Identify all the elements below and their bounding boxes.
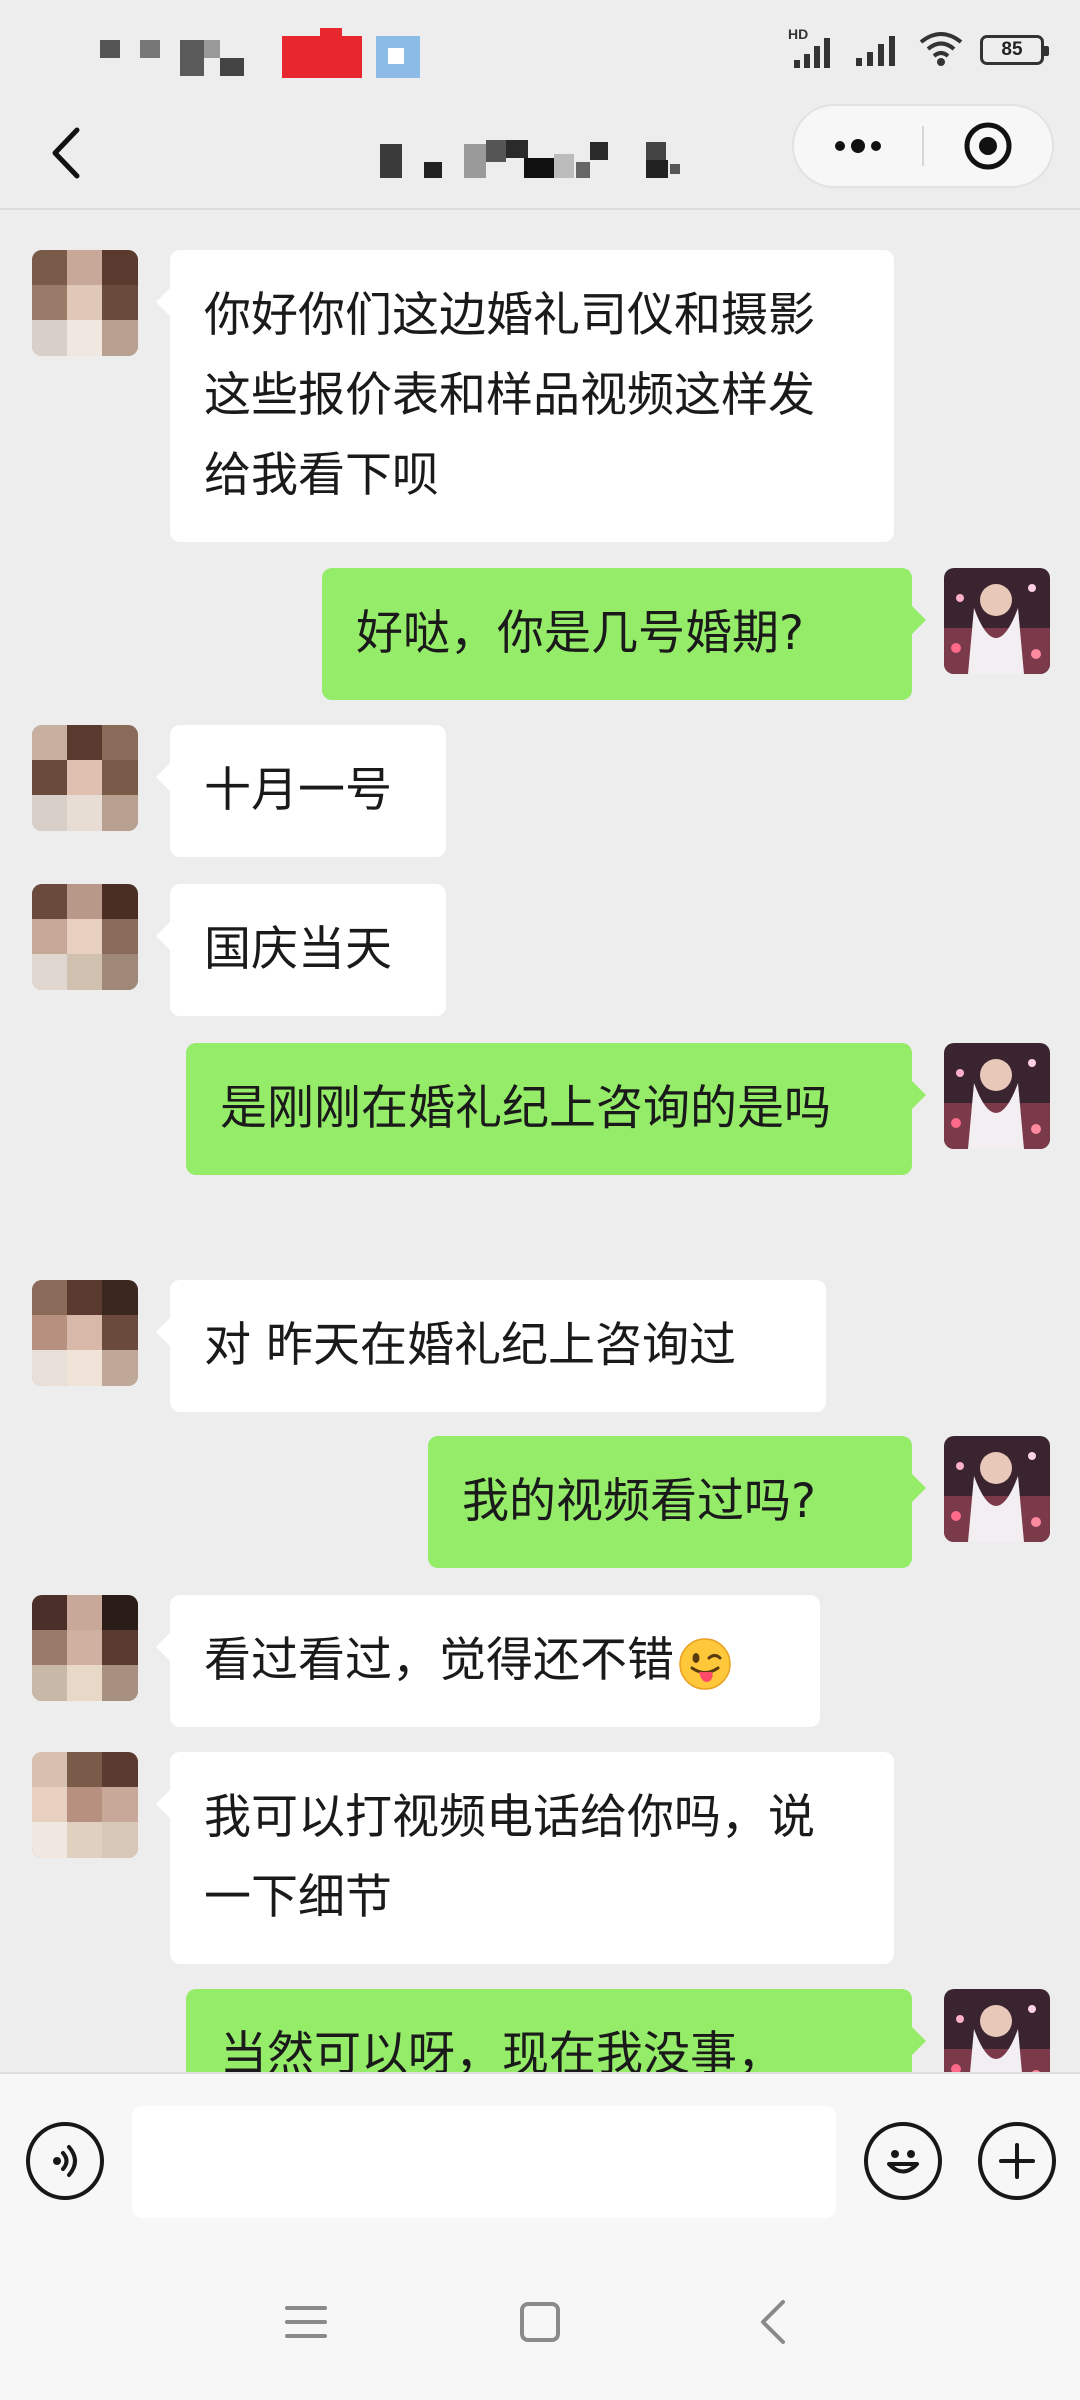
- voice-icon: [53, 2145, 77, 2177]
- battery-icon: 85: [980, 35, 1049, 65]
- status-bar: HD 85: [0, 0, 1080, 100]
- my-avatar[interactable]: [944, 1043, 1050, 1149]
- wifi-icon: [918, 28, 964, 72]
- contact-avatar[interactable]: [32, 884, 138, 990]
- chat-screen: HD 85 你好你们这边婚礼司仪和摄影这些报价表和样品视频这样发给我看下呗 好哒…: [0, 0, 1080, 2400]
- signal-icon: [854, 28, 902, 72]
- incoming-message-bubble[interactable]: 国庆当天: [156, 884, 446, 1016]
- message-text: 看过看过，觉得还不错: [204, 1633, 674, 1688]
- outgoing-message-bubble[interactable]: 好哒，你是几号婚期?: [322, 568, 926, 700]
- contact-avatar[interactable]: [32, 1752, 138, 1858]
- outgoing-message-bubble[interactable]: 当然可以呀，现在我没事，: [186, 1989, 926, 2072]
- outgoing-message-bubble[interactable]: 我的视频看过吗?: [428, 1436, 926, 1568]
- battery-level: 85: [1001, 39, 1023, 60]
- outgoing-message-bubble[interactable]: 是刚刚在婚礼纪上咨询的是吗: [186, 1043, 926, 1175]
- contact-avatar[interactable]: [32, 250, 138, 356]
- title-bar: [0, 100, 1080, 210]
- incoming-message-bubble[interactable]: 十月一号: [156, 725, 446, 857]
- smiley-icon: [887, 2150, 919, 2174]
- incoming-message-bubble[interactable]: 我可以打视频电话给你吗，说一下细节: [156, 1752, 894, 1964]
- incoming-message-bubble[interactable]: 对 昨天在婚礼纪上咨询过: [156, 1280, 826, 1412]
- more-button[interactable]: [794, 104, 922, 188]
- incoming-message-bubble[interactable]: 看过看过，觉得还不错: [156, 1595, 820, 1727]
- system-nav-bar: [0, 2242, 1080, 2400]
- input-bar: [0, 2072, 1080, 2242]
- back-triangle-icon: [761, 2300, 785, 2344]
- contact-avatar[interactable]: [32, 1595, 138, 1701]
- winking-tongue-emoji-icon: [679, 1637, 731, 1690]
- more-dots-icon: [835, 139, 881, 153]
- my-avatar[interactable]: [944, 568, 1050, 674]
- voice-button[interactable]: [26, 2122, 104, 2200]
- nav-menu-button[interactable]: [266, 2282, 346, 2362]
- my-avatar[interactable]: [944, 1989, 1050, 2072]
- message-input[interactable]: [132, 2106, 836, 2218]
- target-icon: [964, 122, 1012, 170]
- nav-back-button[interactable]: [732, 2282, 812, 2362]
- emoji-button[interactable]: [864, 2122, 942, 2200]
- contact-avatar[interactable]: [32, 725, 138, 831]
- nav-home-button[interactable]: [500, 2282, 580, 2362]
- hd-signal-icon: HD: [788, 26, 838, 70]
- incoming-message-bubble[interactable]: 你好你们这边婚礼司仪和摄影这些报价表和样品视频这样发给我看下呗: [156, 250, 894, 542]
- close-miniprogram-button[interactable]: [924, 104, 1052, 188]
- message-list[interactable]: 你好你们这边婚礼司仪和摄影这些报价表和样品视频这样发给我看下呗 好哒，你是几号婚…: [0, 210, 1080, 2072]
- miniprogram-capsule: [792, 104, 1054, 188]
- back-button[interactable]: [36, 118, 96, 188]
- more-actions-button[interactable]: [978, 2122, 1056, 2200]
- chevron-left-icon: [52, 127, 80, 179]
- contact-avatar[interactable]: [32, 1280, 138, 1386]
- status-icons-right: HD 85: [788, 26, 1049, 72]
- home-square-icon: [520, 2302, 560, 2342]
- menu-icon: [285, 2306, 327, 2338]
- my-avatar[interactable]: [944, 1436, 1050, 1542]
- plus-icon: [999, 2143, 1035, 2179]
- contact-name-blurred: [380, 140, 710, 186]
